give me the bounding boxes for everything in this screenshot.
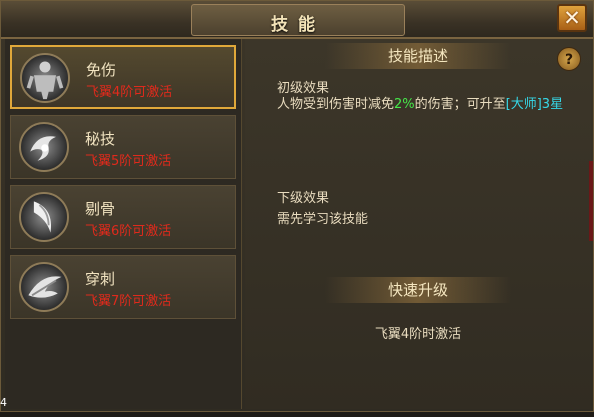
skill-name: 秘技 <box>85 130 116 148</box>
armored-figure-icon <box>20 53 70 103</box>
corner-text: 4 <box>0 396 7 409</box>
skill-condition: 飞翼7阶可激活 <box>85 294 172 309</box>
skill-item-mianshang[interactable]: 免伤 飞翼4阶可激活 <box>10 45 236 109</box>
skill-window: 技能 ✕ 免伤 飞翼4阶可激活 秘技 飞翼5阶可激活 剔骨 飞翼6阶可激活 穿刺… <box>0 0 594 412</box>
next-effect-label: 下级效果 <box>277 191 330 206</box>
description-header: 技能描述 <box>325 43 511 69</box>
swirl-orb-icon <box>19 122 69 172</box>
quick-upgrade-note: 飞翼4阶时激活 <box>374 327 462 342</box>
skill-detail-panel: 技能描述 ? 初级效果 人物受到伤害时减免2%的伤害；可升至[大师]3星 下级效… <box>245 39 591 409</box>
primary-effect-middle: 的伤害；可升至 <box>414 97 506 112</box>
scroll-edge <box>589 161 593 241</box>
title-bar: 技能 ✕ <box>1 1 593 39</box>
skill-item-chuanci[interactable]: 穿刺 飞翼7阶可激活 <box>10 255 236 319</box>
skill-item-miji[interactable]: 秘技 飞翼5阶可激活 <box>10 115 236 179</box>
pierce-wing-icon <box>19 262 69 312</box>
primary-effect-text: 人物受到伤害时减免2%的伤害；可升至[大师]3星 <box>277 95 567 114</box>
skill-list: 免伤 飞翼4阶可激活 秘技 飞翼5阶可激活 剔骨 飞翼6阶可激活 穿刺 飞翼7阶… <box>5 39 242 409</box>
next-effect-text: 需先学习该技能 <box>277 212 369 227</box>
help-icon[interactable]: ? <box>557 47 581 71</box>
primary-effect-label: 初级效果 <box>277 81 330 96</box>
primary-effect-rank: [大师]3星 <box>505 97 564 112</box>
blade-slash-icon <box>19 192 69 242</box>
primary-effect-value: 2% <box>394 97 415 112</box>
skill-condition: 飞翼5阶可激活 <box>85 154 172 169</box>
quick-upgrade-header: 快速升级 <box>325 277 511 303</box>
skill-name: 免伤 <box>86 61 117 79</box>
close-icon: ✕ <box>563 6 581 30</box>
skill-condition: 飞翼6阶可激活 <box>85 224 172 239</box>
close-button[interactable]: ✕ <box>557 4 587 32</box>
skill-item-tigu[interactable]: 剔骨 飞翼6阶可激活 <box>10 185 236 249</box>
title-plate: 技能 <box>191 4 405 36</box>
skill-condition: 飞翼4阶可激活 <box>86 85 173 100</box>
skill-name: 剔骨 <box>85 200 116 218</box>
window-title: 技能 <box>271 15 325 35</box>
skill-name: 穿刺 <box>85 270 116 288</box>
primary-effect-prefix: 人物受到伤害时减免 <box>277 97 395 112</box>
